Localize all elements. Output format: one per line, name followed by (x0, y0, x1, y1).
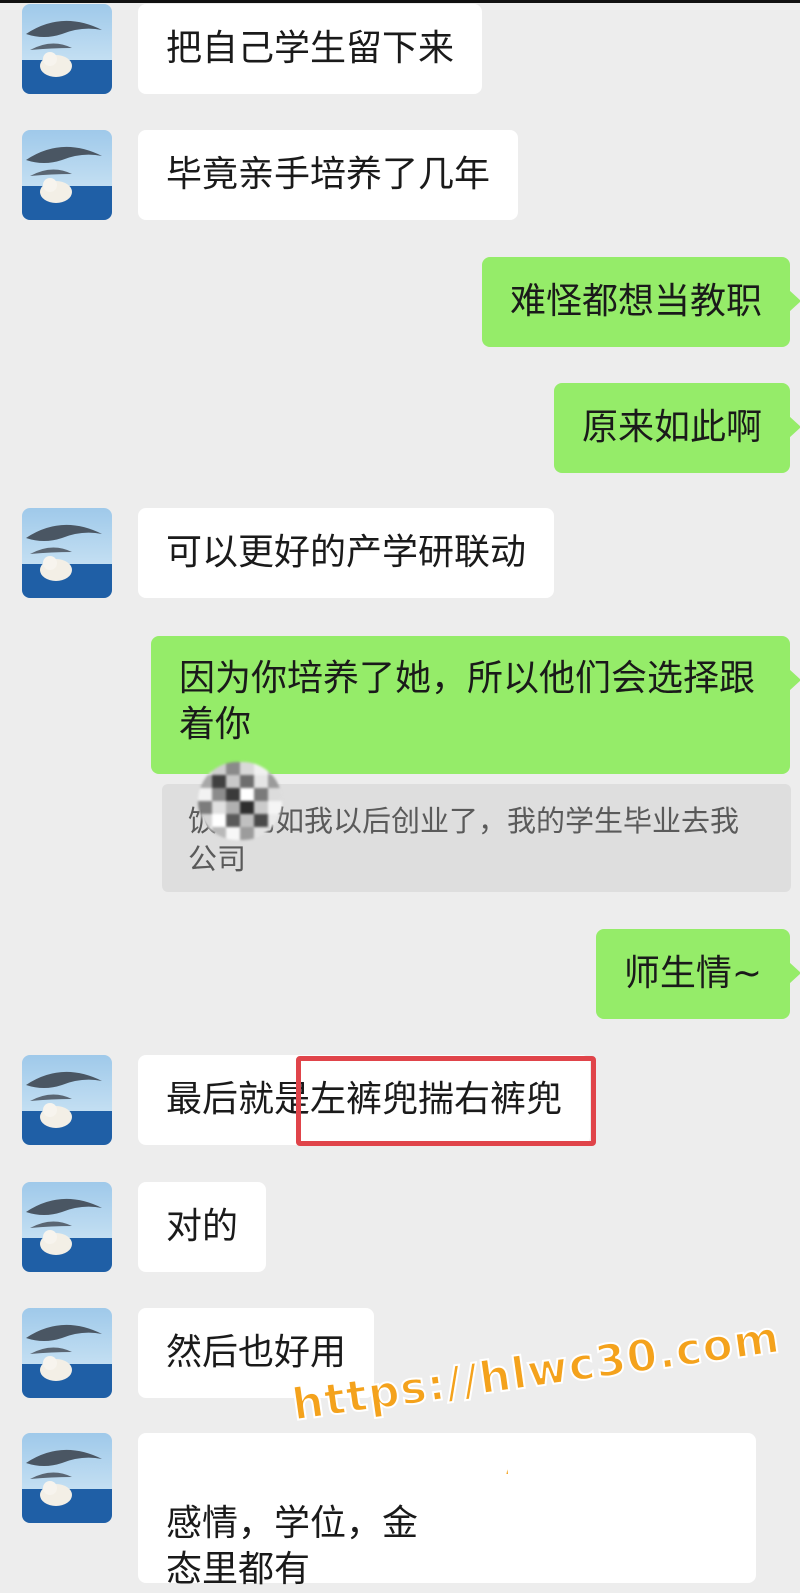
message-text: 对的 (166, 1206, 239, 1247)
message-text: 感情，学位，金 态里都有 (166, 1503, 419, 1590)
message-bubble[interactable]: 把自己学生留下来 (138, 4, 483, 94)
message-bubble-self[interactable]: 原来如此啊 (553, 383, 800, 473)
contact-avatar[interactable] (22, 1182, 112, 1272)
status-bar-edge (0, 0, 800, 3)
red-highlight-box (296, 1056, 596, 1146)
message-text: 最后就是 (166, 1079, 311, 1120)
contact-avatar[interactable] (22, 1433, 112, 1523)
message-bubble[interactable]: 可以更好的产学研联动 (138, 508, 555, 598)
message-text: 因为你培养了她，所以他们会选择跟着你 (179, 658, 756, 745)
contact-avatar[interactable] (22, 1055, 112, 1145)
contact-avatar[interactable] (22, 4, 112, 94)
message-bubble[interactable]: 对的 (138, 1182, 267, 1272)
pixelated-name-mask (198, 762, 282, 840)
message-bubble[interactable]: 毕竟亲手培养了几年 (138, 130, 519, 220)
contact-avatar[interactable] (22, 508, 112, 598)
message-bubble-self[interactable]: 师生情~ (595, 929, 800, 1019)
message-bubble-self[interactable]: 因为你培养了她，所以他们会选择跟着你 (151, 636, 800, 774)
contact-avatar[interactable] (22, 130, 112, 220)
message-text: 难怪都想当教职 (509, 281, 762, 322)
message-text: 毕竟亲手培养了几年 (166, 154, 491, 195)
message-text: 把自己学生留下来 (166, 28, 455, 69)
contact-avatar[interactable] (22, 1308, 112, 1398)
message-text: 原来如此啊 (581, 407, 762, 448)
message-text: 师生情~ (623, 953, 762, 994)
message-bubble[interactable]: 感情，学位，金 态里都有 (138, 1433, 756, 1590)
message-text: 然后也好用 (166, 1332, 347, 1373)
message-text: 可以更好的产学研联动 (166, 532, 527, 573)
message-bubble-self[interactable]: 难怪都想当教职 (481, 257, 800, 347)
